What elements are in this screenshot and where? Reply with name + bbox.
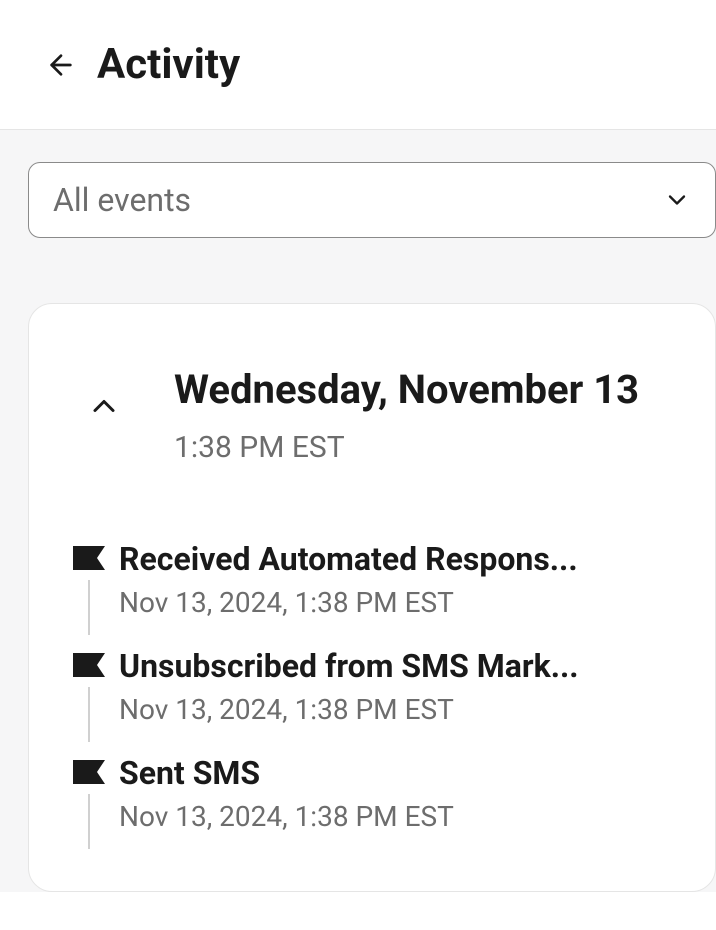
timeline-connector <box>88 580 90 635</box>
activity-card: Wednesday, November 13 1:38 PM EST Recei… <box>28 303 716 892</box>
event-title: Unsubscribed from SMS Mark... <box>119 647 685 685</box>
date-time: 1:38 PM EST <box>174 430 685 465</box>
event-content: Received Automated Respons... Nov 13, 20… <box>119 540 685 647</box>
event-list: Received Automated Respons... Nov 13, 20… <box>59 540 685 861</box>
filter-selected-label: All events <box>53 181 191 219</box>
page-header: Activity <box>0 0 716 130</box>
event-timestamp: Nov 13, 2024, 1:38 PM EST <box>119 800 685 833</box>
timeline-connector <box>88 794 90 849</box>
event-filter-dropdown[interactable]: All events <box>28 162 716 238</box>
date-title: Wednesday, November 13 <box>174 364 685 416</box>
date-info: Wednesday, November 13 1:38 PM EST <box>174 364 685 465</box>
collapse-toggle[interactable] <box>84 386 124 426</box>
flag-icon <box>73 546 105 570</box>
chevron-down-icon <box>663 186 691 214</box>
chevron-up-icon <box>86 388 122 424</box>
event-icon-column <box>59 647 119 742</box>
event-item[interactable]: Unsubscribed from SMS Mark... Nov 13, 20… <box>59 647 685 754</box>
date-group-header[interactable]: Wednesday, November 13 1:38 PM EST <box>59 364 685 465</box>
event-title: Sent SMS <box>119 754 685 792</box>
flag-icon <box>73 760 105 784</box>
content-wrapper: All events Wednesday, November 13 1:38 P… <box>0 130 716 892</box>
flag-icon <box>73 653 105 677</box>
event-content: Unsubscribed from SMS Mark... Nov 13, 20… <box>119 647 685 754</box>
event-icon-column <box>59 754 119 849</box>
event-item[interactable]: Received Automated Respons... Nov 13, 20… <box>59 540 685 647</box>
event-timestamp: Nov 13, 2024, 1:38 PM EST <box>119 693 685 726</box>
event-title: Received Automated Respons... <box>119 540 685 578</box>
arrow-left-icon <box>45 49 77 81</box>
back-button[interactable] <box>45 49 77 81</box>
event-content: Sent SMS Nov 13, 2024, 1:38 PM EST <box>119 754 685 861</box>
event-icon-column <box>59 540 119 635</box>
page-title: Activity <box>97 40 240 89</box>
event-item[interactable]: Sent SMS Nov 13, 2024, 1:38 PM EST <box>59 754 685 861</box>
event-timestamp: Nov 13, 2024, 1:38 PM EST <box>119 586 685 619</box>
timeline-connector <box>88 687 90 742</box>
